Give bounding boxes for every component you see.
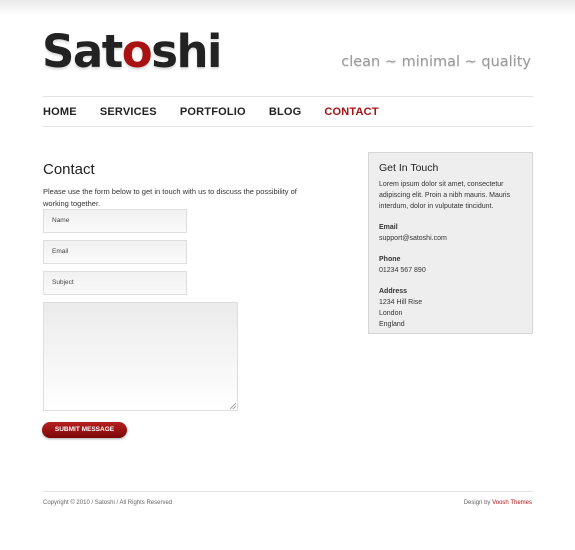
subject-field[interactable]: Subject	[43, 271, 187, 295]
nav-item-contact[interactable]: CONTACT	[324, 106, 378, 118]
name-field[interactable]: Name	[43, 209, 187, 233]
site-logo[interactable]: Satoshi	[42, 25, 222, 78]
address-line-3: England	[379, 321, 405, 328]
submit-message-button[interactable]: SUBMIT MESSAGE	[42, 422, 127, 438]
address-line-2: London	[379, 310, 403, 317]
email-field[interactable]: Email	[43, 240, 187, 264]
design-by-label: Design by	[463, 500, 491, 506]
site-tagline: clean ~ minimal ~ quality	[341, 54, 531, 70]
contact-intro: Please use the form below to get in touc…	[43, 186, 297, 208]
logo-text-start: Sat	[42, 25, 123, 78]
address-line-1: 1234 Hill Rise	[379, 299, 423, 306]
logo-text-end: shi	[151, 25, 222, 78]
phone-label: Phone	[379, 256, 401, 263]
email-label: Email	[379, 224, 398, 231]
footer-copyright: Copyright © 2010 / Satoshi / All Rights …	[43, 500, 173, 506]
get-in-touch-panel: Get In Touch Lorem ipsum dolor sit amet,…	[368, 152, 533, 334]
footer-divider	[43, 491, 533, 492]
page-title: Contact	[43, 161, 95, 179]
message-textarea[interactable]	[43, 302, 238, 411]
nav-top-divider	[43, 96, 533, 97]
nav-bottom-divider	[43, 126, 533, 127]
designer-link[interactable]: Voosh Themes	[492, 500, 532, 506]
nav-item-services[interactable]: SERVICES	[100, 106, 157, 118]
phone-value: 01234 567 890	[379, 267, 426, 274]
sidebar-description: Lorem ipsum dolor sit amet, consectetur …	[379, 181, 511, 210]
nav-item-home[interactable]: HOME	[43, 106, 77, 118]
main-nav: HOME SERVICES PORTFOLIO BLOG CONTACT	[43, 106, 402, 118]
email-value[interactable]: support@satoshi.com	[379, 233, 522, 244]
logo-accent-letter: o	[121, 25, 153, 78]
sidebar-title: Get In Touch	[379, 162, 439, 174]
footer-design-credit: Design by Voosh Themes	[464, 500, 532, 506]
nav-item-blog[interactable]: BLOG	[269, 106, 302, 118]
top-shadow-bar	[0, 0, 575, 16]
resize-grip-icon[interactable]	[230, 403, 236, 409]
nav-item-portfolio[interactable]: PORTFOLIO	[180, 106, 246, 118]
address-label: Address	[379, 288, 408, 295]
